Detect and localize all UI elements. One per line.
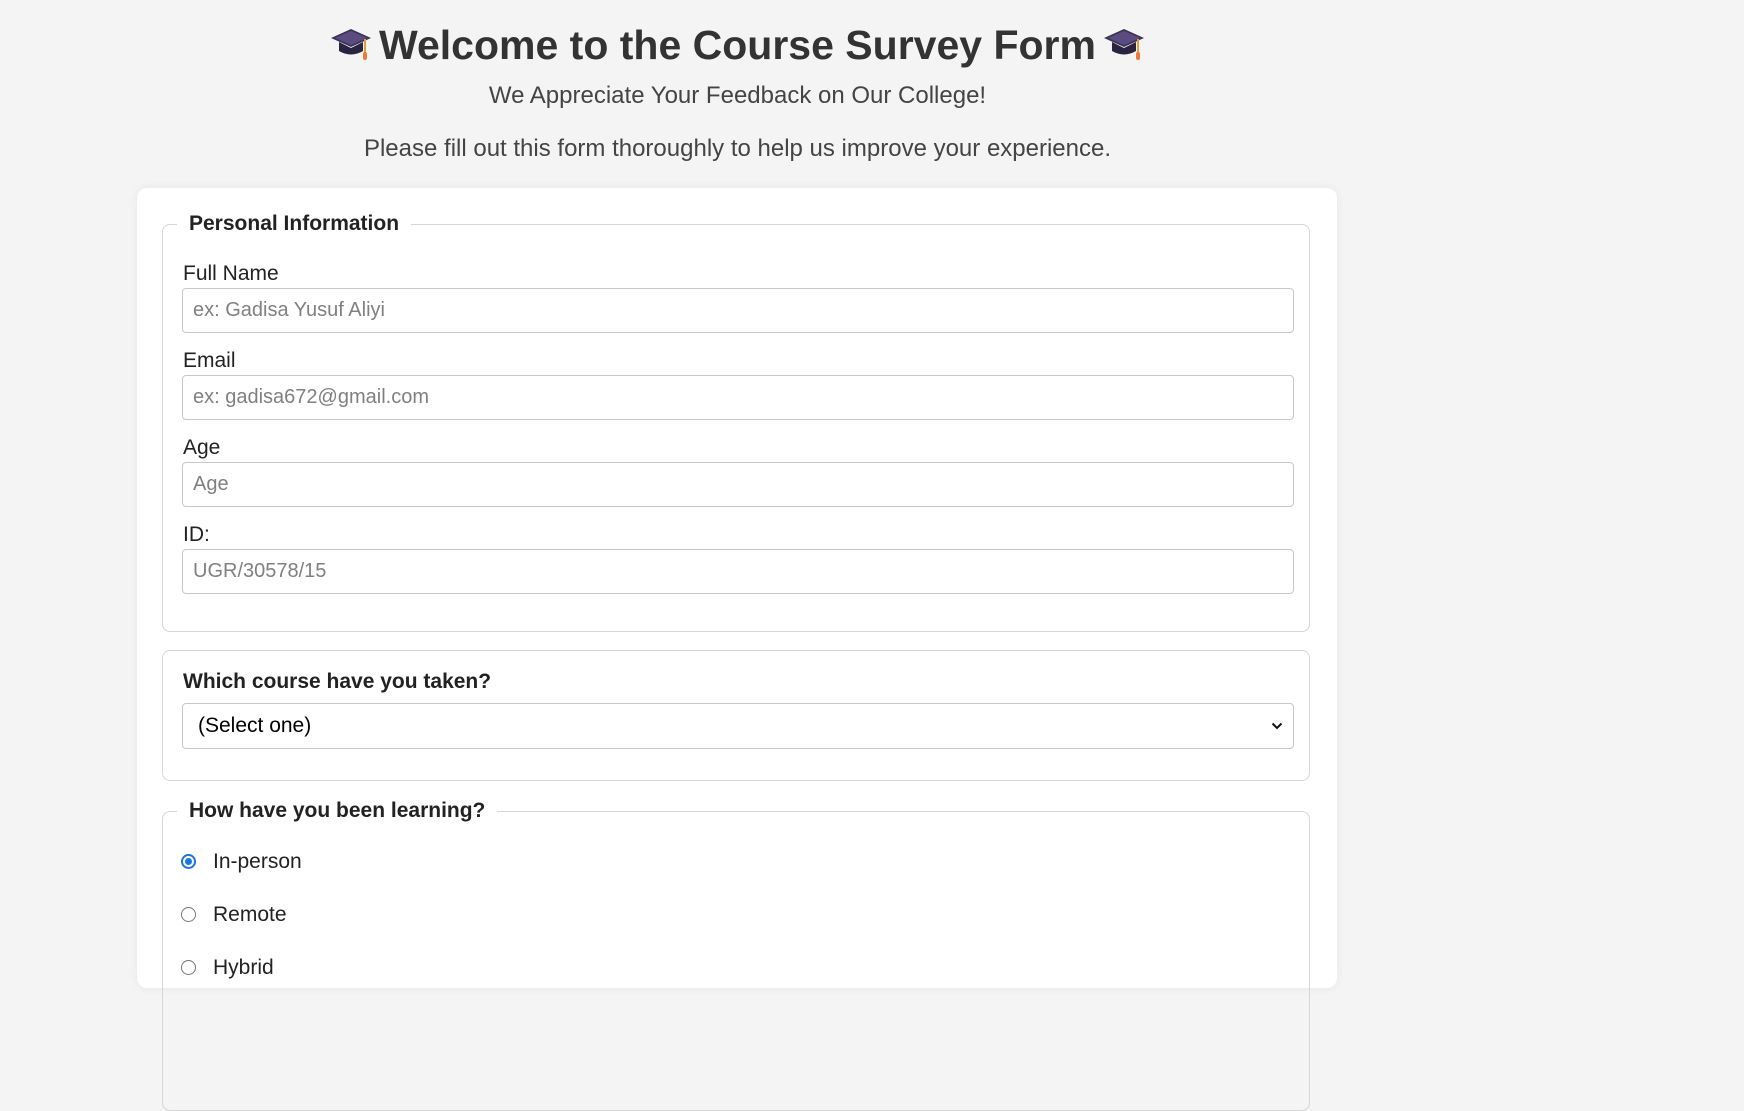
email-input[interactable] [182, 375, 1294, 420]
course-select-value: (Select one) [198, 714, 312, 737]
page-subtitle: We Appreciate Your Feedback on Our Colle… [488, 82, 987, 109]
chevron-down-icon [1271, 722, 1283, 730]
id-label: ID: [183, 523, 210, 546]
remote-radio[interactable] [181, 907, 196, 922]
course-select[interactable]: (Select one) [182, 703, 1294, 749]
age-input[interactable] [182, 462, 1294, 507]
survey-form: Personal Information Full Name Email Age… [137, 188, 1337, 1111]
full-name-input[interactable] [182, 288, 1294, 333]
course-fieldset: Which course have you taken? (Select one… [162, 650, 1310, 781]
personal-information-fieldset: Personal Information Full Name Email Age… [162, 211, 1310, 632]
hybrid-radio[interactable] [181, 960, 196, 975]
id-input[interactable] [182, 549, 1294, 594]
remote-label: Remote [213, 903, 287, 926]
graduation-cap-icon [331, 29, 372, 60]
course-question-label: Which course have you taken? [183, 670, 492, 693]
learning-mode-fieldset: How have you been learning? In-person Re… [162, 798, 1310, 1111]
age-label: Age [183, 436, 221, 459]
title-text: Welcome to the Course Survey Form [379, 22, 1096, 68]
personal-information-legend: Personal Information [177, 211, 412, 237]
full-name-label: Full Name [183, 262, 279, 285]
email-label: Email [183, 349, 236, 372]
learning-mode-legend: How have you been learning? [177, 798, 498, 824]
page-description: Please fill out this form thoroughly to … [363, 135, 1112, 162]
graduation-cap-icon [1103, 29, 1144, 60]
hybrid-label: Hybrid [213, 956, 274, 979]
page-title: Welcome to the Course Survey Form [0, 20, 1475, 70]
in-person-radio[interactable] [181, 854, 196, 869]
in-person-label: In-person [213, 850, 302, 873]
